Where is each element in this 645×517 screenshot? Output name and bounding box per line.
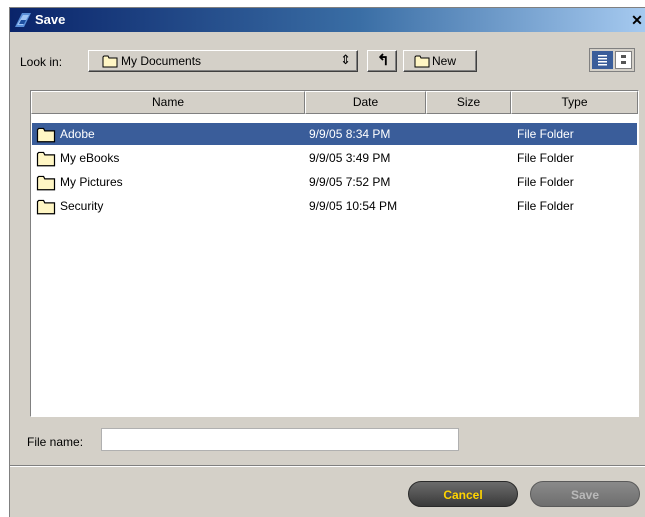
file-date: 9/9/05 10:54 PM: [309, 199, 398, 213]
file-name: My eBooks: [60, 151, 120, 165]
details-view-icon: [621, 55, 626, 64]
look-in-label: Look in:: [20, 55, 63, 69]
save-button[interactable]: Save: [530, 481, 640, 507]
column-header-name[interactable]: Name: [31, 91, 305, 114]
column-header-type[interactable]: Type: [511, 91, 638, 114]
save-dialog: Save ✕ Look in: My Documents ⇕ ↰ New Nam…: [9, 7, 645, 517]
divider: [10, 465, 645, 467]
app-logo-icon: [15, 13, 31, 27]
list-header: Name Date Size Type: [31, 91, 638, 114]
dropdown-arrows-icon: ⇕: [340, 52, 351, 67]
file-type: File Folder: [517, 199, 574, 213]
file-type: File Folder: [517, 151, 574, 165]
window-title: Save: [35, 12, 66, 27]
cancel-button[interactable]: Cancel: [408, 481, 518, 507]
file-row[interactable]: Adobe 9/9/05 8:34 PM File Folder: [32, 123, 637, 145]
folder-icon: [36, 127, 56, 143]
folder-icon: [36, 151, 56, 167]
look-in-value: My Documents: [121, 54, 202, 68]
close-button[interactable]: ✕: [630, 13, 644, 27]
up-folder-icon: ↰: [377, 52, 390, 69]
close-icon: ✕: [631, 12, 643, 28]
new-folder-label: New: [432, 54, 457, 68]
file-row[interactable]: Security 9/9/05 10:54 PM File Folder: [32, 195, 637, 217]
file-date: 9/9/05 8:34 PM: [309, 127, 391, 141]
title-bar[interactable]: Save ✕: [10, 8, 645, 32]
folder-icon: [414, 55, 430, 68]
file-name-input[interactable]: [101, 428, 459, 451]
column-header-size[interactable]: Size: [426, 91, 511, 114]
folder-icon: [102, 55, 118, 68]
file-type: File Folder: [517, 127, 574, 141]
file-row[interactable]: My Pictures 9/9/05 7:52 PM File Folder: [32, 171, 637, 193]
file-list[interactable]: Name Date Size Type Adobe 9/9/05 8:34 PM…: [30, 90, 639, 417]
list-view-button[interactable]: [592, 51, 613, 69]
view-toggle: [589, 48, 635, 72]
file-name-label: File name:: [27, 435, 84, 449]
file-date: 9/9/05 3:49 PM: [309, 151, 391, 165]
column-header-date[interactable]: Date: [305, 91, 426, 114]
folder-icon: [36, 175, 56, 191]
file-row[interactable]: My eBooks 9/9/05 3:49 PM File Folder: [32, 147, 637, 169]
new-folder-button[interactable]: New: [403, 50, 477, 72]
file-name: My Pictures: [60, 175, 123, 189]
folder-icon: [36, 199, 56, 215]
file-type: File Folder: [517, 175, 574, 189]
file-name: Adobe: [60, 127, 95, 141]
list-view-icon: [598, 55, 607, 66]
details-view-button[interactable]: [615, 51, 632, 69]
file-date: 9/9/05 7:52 PM: [309, 175, 391, 189]
look-in-dropdown[interactable]: My Documents ⇕: [88, 50, 358, 72]
file-name: Security: [60, 199, 104, 213]
up-folder-button[interactable]: ↰: [367, 50, 397, 72]
